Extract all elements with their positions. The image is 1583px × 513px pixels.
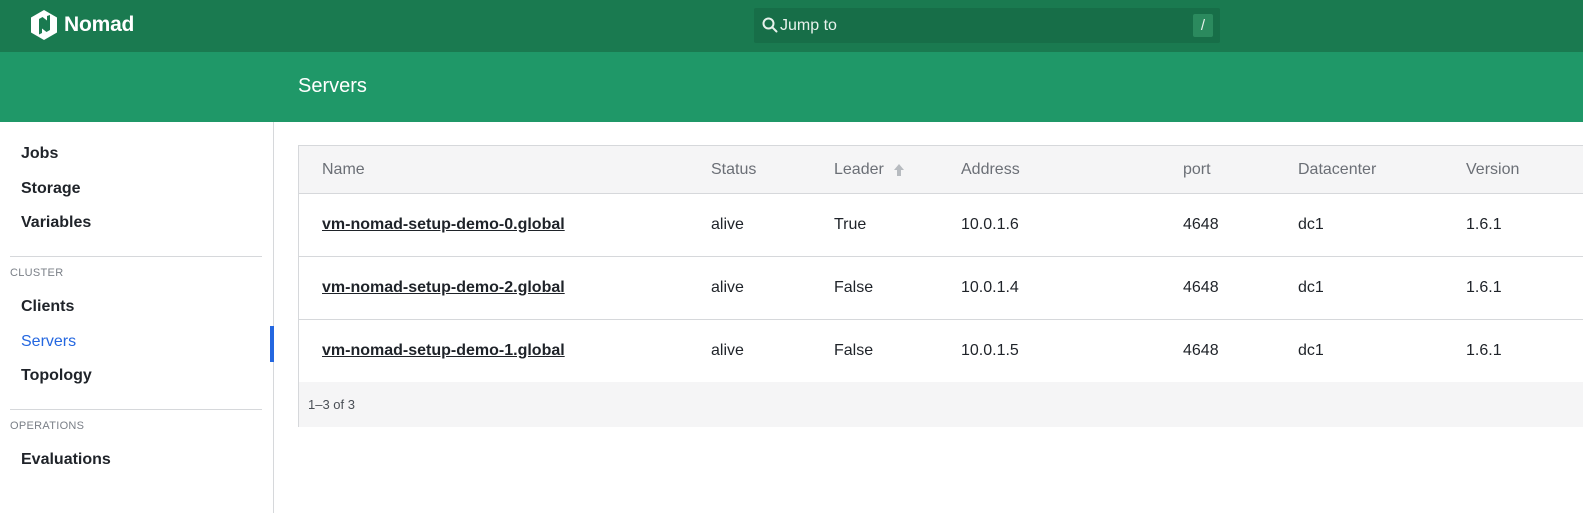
server-leader: False bbox=[834, 342, 874, 359]
server-version: 1.6.1 bbox=[1466, 279, 1502, 296]
sidebar-item-clients[interactable]: Clients bbox=[21, 298, 74, 316]
server-name-link[interactable]: vm-nomad-setup-demo-2.global bbox=[322, 279, 565, 297]
column-header-leader[interactable]: Leader bbox=[834, 161, 905, 179]
table-header: Name Status Leader Address port Datacent… bbox=[299, 146, 1583, 194]
server-status: alive bbox=[711, 279, 744, 296]
column-header-datacenter[interactable]: Datacenter bbox=[1298, 161, 1376, 179]
nomad-logo-icon bbox=[31, 10, 57, 40]
server-name-link[interactable]: vm-nomad-setup-demo-0.global bbox=[322, 216, 565, 234]
column-header-status[interactable]: Status bbox=[711, 161, 756, 179]
server-leader: False bbox=[834, 279, 874, 296]
server-datacenter: dc1 bbox=[1298, 342, 1324, 359]
sidebar-item-variables[interactable]: Variables bbox=[21, 214, 91, 232]
sidebar-item-evaluations[interactable]: Evaluations bbox=[21, 451, 111, 469]
server-address: 10.0.1.5 bbox=[961, 342, 1019, 359]
server-address: 10.0.1.4 bbox=[961, 279, 1019, 296]
server-leader: True bbox=[834, 216, 867, 233]
server-address: 10.0.1.6 bbox=[961, 216, 1019, 233]
server-name-link[interactable]: vm-nomad-setup-demo-1.global bbox=[322, 342, 565, 360]
table-row[interactable]: vm-nomad-setup-demo-1.global alive False… bbox=[299, 320, 1583, 383]
column-header-port[interactable]: port bbox=[1183, 161, 1211, 179]
sidebar-item-jobs[interactable]: Jobs bbox=[21, 145, 58, 163]
pagination-summary: 1–3 of 3 bbox=[308, 397, 355, 412]
table-row[interactable]: vm-nomad-setup-demo-0.global alive True … bbox=[299, 194, 1583, 257]
sort-ascending-icon bbox=[894, 163, 905, 176]
column-header-version[interactable]: Version bbox=[1466, 161, 1519, 179]
column-header-leader-label: Leader bbox=[834, 161, 884, 178]
page-header: Servers bbox=[0, 52, 1583, 122]
sidebar: Jobs Storage Variables CLUSTER Clients S… bbox=[0, 122, 274, 513]
brand-link[interactable]: Nomad bbox=[31, 10, 134, 40]
top-navbar: Nomad / bbox=[0, 0, 1583, 52]
server-status: alive bbox=[711, 216, 744, 233]
server-port: 4648 bbox=[1183, 216, 1219, 233]
active-nav-indicator bbox=[270, 326, 274, 362]
sidebar-item-servers[interactable]: Servers bbox=[21, 333, 76, 351]
sidebar-divider bbox=[10, 256, 262, 257]
sidebar-divider bbox=[10, 409, 262, 410]
server-datacenter: dc1 bbox=[1298, 216, 1324, 233]
server-port: 4648 bbox=[1183, 279, 1219, 296]
sidebar-item-topology[interactable]: Topology bbox=[21, 367, 92, 385]
sidebar-item-storage[interactable]: Storage bbox=[21, 180, 81, 198]
server-version: 1.6.1 bbox=[1466, 342, 1502, 359]
table-row[interactable]: vm-nomad-setup-demo-2.global alive False… bbox=[299, 257, 1583, 320]
column-header-name[interactable]: Name bbox=[322, 161, 365, 179]
search-icon bbox=[762, 17, 778, 33]
page-title: Servers bbox=[298, 75, 367, 97]
search-input[interactable] bbox=[780, 8, 1180, 43]
sidebar-section-cluster: CLUSTER bbox=[10, 267, 64, 279]
server-version: 1.6.1 bbox=[1466, 216, 1502, 233]
servers-table: Name Status Leader Address port Datacent… bbox=[298, 145, 1583, 427]
brand-name: Nomad bbox=[64, 13, 135, 36]
sidebar-section-operations: OPERATIONS bbox=[10, 420, 85, 432]
jump-to-search[interactable]: / bbox=[754, 8, 1220, 43]
table-footer: 1–3 of 3 bbox=[299, 382, 1583, 427]
column-header-address[interactable]: Address bbox=[961, 161, 1020, 179]
search-shortcut-key: / bbox=[1193, 14, 1213, 37]
server-datacenter: dc1 bbox=[1298, 279, 1324, 296]
server-port: 4648 bbox=[1183, 342, 1219, 359]
server-status: alive bbox=[711, 342, 744, 359]
